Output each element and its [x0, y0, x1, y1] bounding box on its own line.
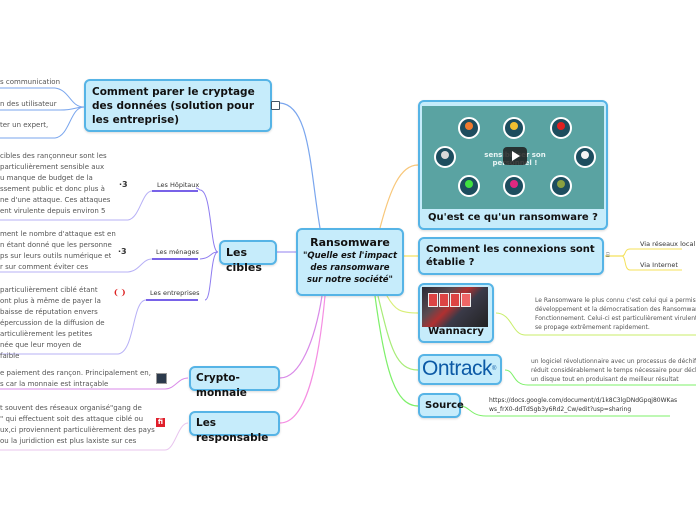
video-caption: Qu'est ce qu'un ransomware ?: [428, 212, 598, 223]
avatar-icon: [550, 117, 572, 139]
subtopic-via-internet[interactable]: Via Internet: [640, 261, 678, 269]
avatar-icon: [503, 117, 525, 139]
hopitaux-note-line: particulièrement sensible aux: [0, 163, 105, 171]
topic-parer-cryptage[interactable]: Comment parer le cryptage des données (s…: [84, 79, 272, 132]
source-url-line-1[interactable]: https://docs.google.com/document/d/1k8C3…: [489, 396, 677, 405]
ontrack-logo-text: Ontrack: [422, 357, 493, 380]
subtopic-entreprises[interactable]: Les entreprises: [150, 289, 200, 297]
topic-les-cibles[interactable]: Les cibles: [219, 240, 277, 274]
topic-connexions-label: Comment les connexions sont établie ?: [426, 244, 595, 268]
ontrack-note-line: un logiciel révolutionnaire avec un proc…: [531, 358, 696, 365]
avatar-icon: [434, 146, 456, 168]
crypto-note-1: e paiement des rançon. Principalement en…: [0, 369, 151, 377]
subtopic-menages[interactable]: Les ménages: [156, 248, 199, 256]
wannacry-note-line: se propage extrêmement rapidement.: [535, 324, 650, 331]
hopitaux-note-line: ent virulente depuis environ 5: [0, 207, 106, 215]
crypto-note-2: s car la monnaie est intraçable: [0, 380, 109, 388]
branch-entreprises: [204, 251, 219, 301]
entreprises-note-line: baisse de réputation envers: [0, 308, 98, 316]
hopitaux-note-line: ne d'une attaque. Ces attaques: [0, 196, 111, 204]
branch-hopitaux: [195, 187, 219, 253]
entreprises-note-line: ont plus à même de payer la: [0, 297, 101, 305]
topic-responsable-label: Les responsable: [196, 417, 269, 444]
avatar-icon: [458, 175, 480, 197]
number-3-icon: ·3: [118, 247, 127, 256]
branch-parer: [279, 102, 321, 229]
entreprises-note-line: née que leur moyen de: [0, 341, 82, 349]
subtopic-via-reseaux-local[interactable]: Via réseaux local: [640, 240, 695, 248]
menages-note-line: ment le nombre d'attaque est en: [0, 230, 116, 238]
topic-source-label: Source: [425, 400, 464, 411]
branch-ontrack: [377, 295, 419, 371]
structure-icon: ⌸: [606, 252, 610, 259]
hopitaux-note-line: cibles des rançonneur sont les: [0, 152, 107, 160]
video-thumbnail[interactable]: sensibiliser son personnel !: [422, 106, 604, 209]
avatar-icon: [574, 146, 596, 168]
ontrack-logo: Ontrack®: [422, 356, 500, 382]
topic-cibles-label: Les cibles: [226, 246, 262, 274]
source-url-line-2[interactable]: ws_frX0-ddTdSgb3y6Rd2_Cw/edit?usp=sharin…: [489, 405, 631, 414]
avatar-icon: [458, 117, 480, 139]
responsable-note-3: ux,ci proviennent particulièrement des p…: [0, 426, 155, 434]
topic-crypto-monnaie[interactable]: Crypto-monnaie: [189, 366, 280, 399]
wannacry-note-line: Fonctionnement. Celui-ci est particulièr…: [535, 315, 696, 322]
avatar-icon: [503, 175, 525, 197]
topic-les-responsable[interactable]: Les responsable: [189, 411, 280, 444]
number-3-icon: ·3: [119, 180, 128, 189]
external-link-icon[interactable]: [271, 101, 280, 110]
ontrack-note-line: un disque tout en produisant de meilleur…: [531, 376, 679, 383]
branch-responsable: [279, 295, 326, 424]
play-button-icon[interactable]: [503, 147, 527, 165]
wannacry-note-line: développement et la démocratisation des …: [535, 306, 696, 313]
branch-menages: [199, 251, 219, 260]
subtopic-hopitaux[interactable]: Les Hôpitaux: [157, 181, 199, 189]
parer-note-1: s communication: [0, 78, 61, 86]
branch-video: [379, 164, 419, 229]
entreprises-note-line: articulièrement les petites: [0, 330, 93, 338]
menages-note-line: ps sur leurs outils numérique et: [0, 252, 112, 260]
topic-parer-label: Comment parer le cryptage des données (s…: [92, 86, 255, 126]
central-title: Ransomware: [310, 236, 390, 249]
topic-crypto-label: Crypto-monnaie: [196, 372, 247, 399]
menages-note-line: n étant donné que les personne: [0, 241, 112, 249]
topic-connexions[interactable]: Comment les connexions sont établie ?: [418, 237, 604, 275]
branch-crypto: [279, 295, 323, 379]
ontrack-note-line: réduit considérablement le temps nécessa…: [531, 367, 696, 374]
red-pair-icon: ❨❩: [113, 288, 127, 297]
responsable-note-2: " qui effectuent soit des attaque ciblé …: [0, 415, 144, 423]
branch-via-local: [621, 248, 682, 257]
responsable-note-1: t souvent des réseaux organisé"gang de: [0, 404, 142, 412]
menages-note-line: r sur comment éviter ces: [0, 263, 89, 271]
entreprises-note-line: faible: [0, 352, 20, 360]
hopitaux-note-line: ssement public et donc plus à: [0, 185, 105, 193]
parer-note-2: n des utilisateur: [0, 100, 57, 108]
wikipedia-icon: [156, 373, 167, 384]
registered-mark: ®: [492, 366, 496, 372]
responsable-note-4: ou la juridiction est plus laxiste sur c…: [0, 437, 137, 445]
entreprises-note-line: épercussion de la diffusion de: [0, 319, 105, 327]
branch-source: [374, 295, 419, 407]
topic-source[interactable]: Source: [418, 393, 464, 418]
hopitaux-note-line: u manque de budget de la: [0, 174, 93, 182]
branch-wannacry: [386, 295, 419, 314]
central-topic-ransomware[interactable]: Ransomware "Quelle est l'impact des rans…: [296, 228, 404, 296]
wannacry-photo: [422, 287, 488, 327]
news-icon: fi: [156, 418, 165, 427]
entreprises-note-line: particulièrement ciblé étant: [0, 286, 98, 294]
wannacry-note-line: Le Ransomware le plus connu c'est celui …: [535, 297, 696, 304]
parer-note-3: ter un expert,: [0, 121, 49, 129]
central-subtitle: "Quelle est l'impact des ransomware sur …: [302, 251, 398, 285]
avatar-icon: [550, 175, 572, 197]
